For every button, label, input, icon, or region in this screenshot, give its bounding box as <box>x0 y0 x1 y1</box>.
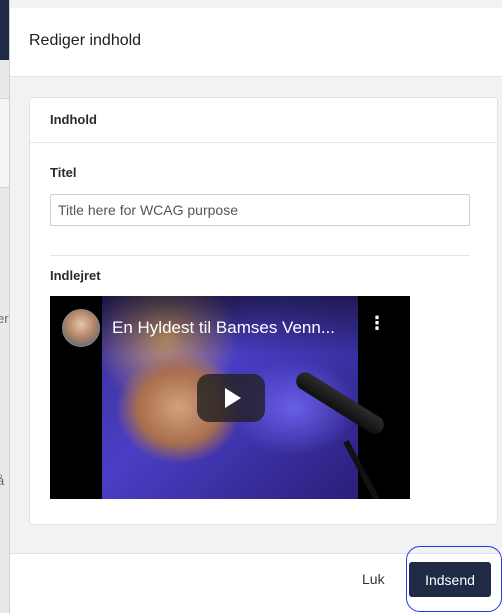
submit-button[interactable]: Indsend <box>409 562 491 597</box>
background-page: er å <box>0 0 9 613</box>
video-title[interactable]: En Hyldest til Bamses Venn... <box>112 318 352 338</box>
modal-footer: Luk Indsend <box>10 546 502 613</box>
microphone-stand-image <box>343 439 391 499</box>
embedded-video-player[interactable]: En Hyldest til Bamses Venn... ⋮ <box>50 296 410 499</box>
field-divider <box>50 255 470 256</box>
background-text-fragment: er <box>0 311 9 326</box>
card-heading: Indhold <box>30 98 497 143</box>
background-text-fragment: å <box>0 473 5 488</box>
close-button[interactable]: Luk <box>362 571 385 587</box>
title-field-label: Titel <box>50 165 77 180</box>
modal-title: Rediger indhold <box>29 32 142 49</box>
play-icon[interactable] <box>197 374 265 422</box>
modal-header: Rediger indhold <box>10 8 502 77</box>
background-band <box>0 98 9 188</box>
background-navbar <box>0 0 9 60</box>
vertical-ellipsis-icon[interactable]: ⋮ <box>368 314 386 339</box>
edit-content-modal: Rediger indhold Indhold Titel Indlejret … <box>9 0 502 613</box>
content-card: Indhold Titel Indlejret En Hyldest til B… <box>29 97 498 525</box>
title-input[interactable] <box>50 194 470 226</box>
channel-avatar[interactable] <box>62 309 100 347</box>
embed-field-label: Indlejret <box>50 268 101 283</box>
microphone-image <box>292 368 388 438</box>
